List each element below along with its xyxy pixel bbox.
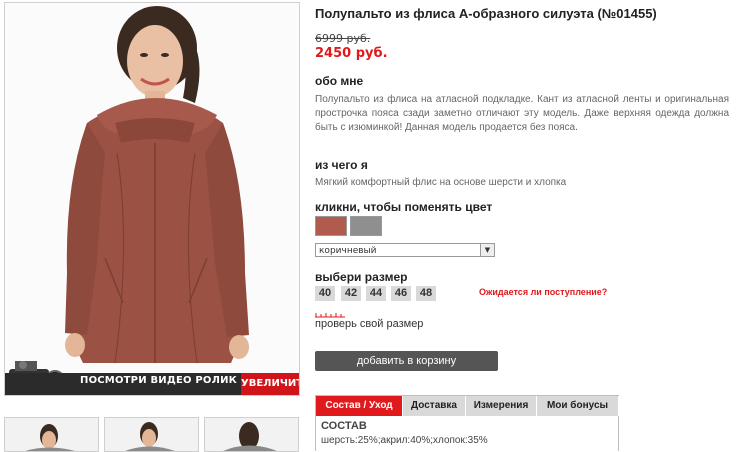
model-photo — [5, 3, 299, 395]
composition-text: шерсть:25%;акрил:40%;хлопок:35% — [321, 435, 488, 446]
color-swatch-grey[interactable] — [350, 216, 382, 236]
chevron-down-icon[interactable]: ▼ — [480, 244, 494, 256]
check-size-link[interactable]: проверь свой размер — [315, 318, 423, 330]
about-heading: обо мне — [315, 74, 364, 88]
size-option-48[interactable]: 48 — [416, 286, 436, 301]
tab-measurements[interactable]: Измерения — [466, 396, 537, 416]
old-price: 6999 руб. — [315, 32, 371, 45]
size-heading: выбери размер — [315, 270, 408, 284]
composition-heading: СОСТАВ — [321, 420, 367, 432]
product-main-image[interactable]: ПОСМОТРИ ВИДЕО РОЛИК УВЕЛИЧИТЬ — [4, 2, 300, 396]
about-text: Полупальто из флиса на атласной подкладк… — [315, 94, 729, 133]
thumbnail-photo — [125, 422, 175, 451]
size-option-40[interactable]: 40 — [315, 286, 335, 301]
tab-delivery[interactable]: Доставка — [403, 396, 466, 416]
size-option-46[interactable]: 46 — [391, 286, 411, 301]
thumbnail-2[interactable] — [104, 417, 199, 452]
product-title: Полупальто из флиса А-образного силуэта … — [315, 6, 657, 21]
color-select[interactable]: коричневый ▼ — [315, 243, 495, 257]
new-price: 2450 руб. — [315, 46, 388, 61]
thumbnail-photo — [25, 424, 75, 451]
info-tabs: Состав / Уход Доставка Измерения Мои бон… — [315, 395, 619, 451]
thumbnail-1[interactable] — [4, 417, 99, 452]
video-link[interactable]: ПОСМОТРИ ВИДЕО РОЛИК — [80, 375, 237, 386]
material-heading: из чего я — [315, 158, 368, 172]
tab-composition[interactable]: Состав / Уход — [316, 396, 403, 416]
zoom-button[interactable]: УВЕЛИЧИТЬ — [241, 373, 299, 395]
thumbnail-photo — [223, 422, 277, 451]
add-to-cart-button[interactable]: добавить в корзину — [315, 351, 498, 371]
color-select-value: коричневый — [319, 246, 377, 256]
size-option-42[interactable]: 42 — [341, 286, 361, 301]
notify-arrival-link[interactable]: Ожидается ли поступление? — [479, 287, 607, 297]
color-heading: кликни, чтобы поменять цвет — [315, 200, 493, 214]
size-option-44[interactable]: 44 — [366, 286, 386, 301]
thumbnail-3[interactable] — [204, 417, 299, 452]
color-swatch-brown[interactable] — [315, 216, 347, 236]
tab-bonuses[interactable]: Мои бонусы — [537, 396, 619, 416]
material-text: Мягкий комфортный флис на основе шерсти … — [315, 177, 567, 188]
